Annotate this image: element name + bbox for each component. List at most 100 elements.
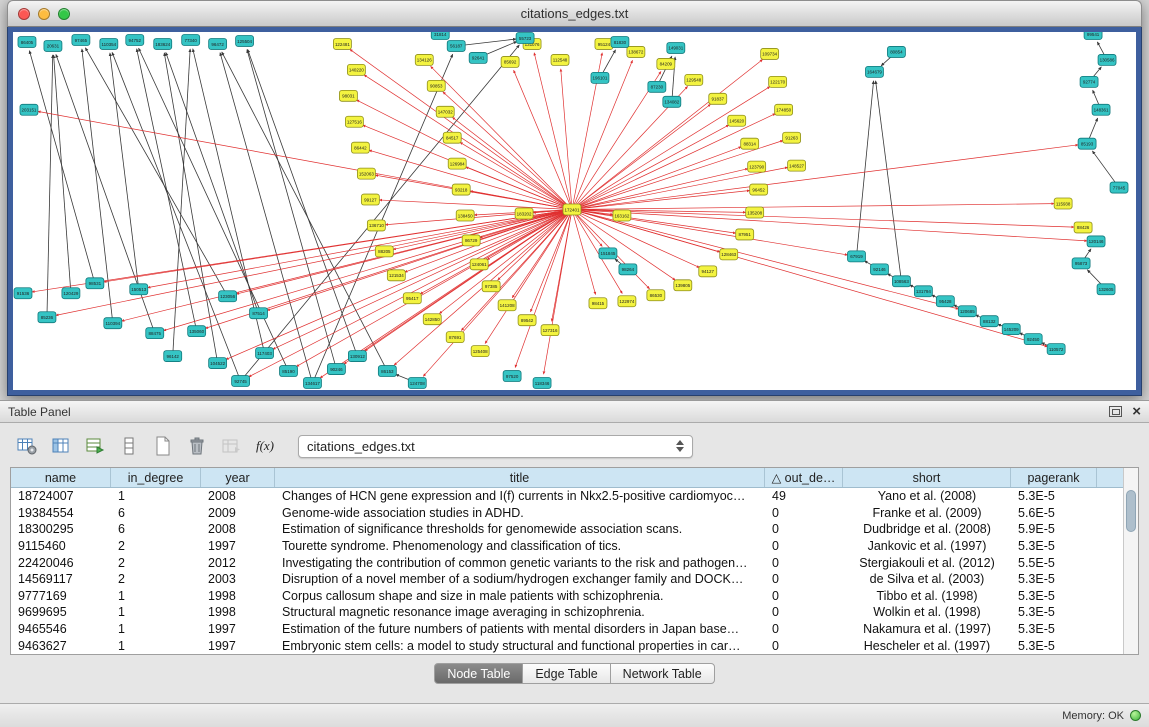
graph-node[interactable]: 163162 — [613, 210, 631, 221]
column-header-name[interactable]: name — [11, 468, 111, 487]
graph-node[interactable]: 115938 — [1054, 198, 1072, 209]
graph-node[interactable]: 92774 — [1080, 76, 1098, 87]
tab-node-table[interactable]: Node Table — [434, 663, 523, 684]
graph-node[interactable]: 145620 — [728, 115, 746, 126]
graph-node[interactable]: 55723 — [516, 32, 534, 43]
scrollbar-thumb[interactable] — [1126, 490, 1136, 532]
graph-node[interactable]: 85193 — [1078, 138, 1096, 149]
graph-node[interactable]: 129548 — [685, 74, 703, 85]
graph-node[interactable]: 97520 — [503, 371, 521, 382]
graph-node[interactable]: 122974 — [618, 296, 636, 307]
graph-edge[interactable] — [241, 45, 520, 381]
graph-node[interactable]: 125408 — [471, 346, 489, 357]
graph-node[interactable]: 124061 — [470, 259, 488, 270]
table-scrollbar[interactable] — [1123, 468, 1138, 654]
graph-node[interactable]: 67919 — [848, 251, 866, 262]
graph-node[interactable]: 203151 — [20, 104, 38, 115]
graph-node[interactable]: 56187 — [447, 40, 465, 51]
graph-node[interactable]: 112548 — [551, 54, 569, 65]
graph-node[interactable]: 131794 — [914, 286, 932, 297]
graph-node[interactable]: 98264 — [619, 264, 637, 275]
citation-edge[interactable] — [572, 145, 1078, 210]
graph-edge[interactable] — [166, 52, 259, 313]
graph-node[interactable]: 110354 — [100, 38, 118, 49]
graph-node[interactable]: 96472 — [209, 38, 227, 49]
graph-node[interactable]: 77340 — [182, 34, 200, 45]
network-canvas[interactable]: 1724011224811402209803112751686442152063… — [13, 32, 1136, 390]
graph-edge[interactable] — [173, 49, 190, 356]
graph-node[interactable]: 138450 — [456, 210, 474, 221]
graph-node[interactable]: 125504 — [236, 35, 254, 46]
graph-node[interactable]: 95873 — [1072, 258, 1090, 269]
graph-node[interactable]: 90246 — [327, 364, 345, 375]
graph-node[interactable]: 148361 — [1092, 104, 1110, 115]
graph-node[interactable]: 20631 — [44, 40, 62, 51]
citation-edge[interactable] — [572, 210, 1048, 347]
graph-edge[interactable] — [222, 52, 388, 371]
graph-node[interactable]: 87514 — [250, 308, 268, 319]
graph-node[interactable]: 88205 — [375, 246, 393, 257]
graph-node[interactable]: 94127 — [699, 266, 717, 277]
graph-node[interactable]: 148527 — [788, 160, 806, 171]
graph-node[interactable]: 92641 — [469, 52, 487, 63]
graph-node[interactable]: 127316 — [541, 325, 559, 336]
graph-node[interactable]: 172401 — [563, 204, 581, 215]
graph-node[interactable]: 121534 — [387, 270, 405, 281]
graph-node[interactable]: 87951 — [736, 229, 754, 240]
graph-node[interactable]: 88475 — [146, 328, 164, 339]
graph-node[interactable]: 91263 — [783, 132, 801, 143]
graph-node[interactable]: 122170 — [769, 76, 787, 87]
column-header-year[interactable]: year — [201, 468, 275, 487]
graph-node[interactable]: 104522 — [209, 358, 227, 369]
column-header-short[interactable]: short — [843, 468, 1011, 487]
show-columns-button[interactable] — [46, 433, 76, 459]
import-table-button[interactable] — [216, 433, 246, 459]
citation-edge[interactable] — [273, 210, 572, 350]
graph-node[interactable]: 109734 — [761, 48, 779, 59]
graph-node[interactable]: 123056 — [219, 291, 237, 302]
citation-edge[interactable] — [572, 125, 729, 209]
citation-edge[interactable] — [572, 210, 596, 295]
graph-node[interactable]: 110394 — [104, 318, 122, 329]
edit-table-button[interactable] — [80, 433, 110, 459]
function-builder-button[interactable]: f(x) — [250, 433, 280, 459]
graph-node[interactable]: 134082 — [663, 96, 681, 107]
minimize-window-button[interactable] — [38, 8, 50, 20]
graph-edge[interactable] — [247, 50, 336, 369]
graph-node[interactable]: 130912 — [348, 351, 366, 362]
graph-node[interactable]: 85692 — [501, 56, 519, 67]
column-header-pagerank[interactable]: pagerank — [1011, 468, 1097, 487]
graph-node[interactable]: 164679 — [865, 66, 883, 77]
tab-edge-table[interactable]: Edge Table — [523, 663, 609, 684]
table-row[interactable]: 946554611997Estimation of the future num… — [11, 621, 1123, 638]
graph-node[interactable]: 124708 — [408, 378, 426, 389]
graph-node[interactable]: 196101 — [591, 72, 609, 83]
graph-node[interactable]: 183624 — [154, 38, 172, 49]
graph-node[interactable]: 145209 — [1002, 324, 1020, 335]
graph-node[interactable]: 91536 — [14, 288, 32, 299]
graph-node[interactable]: 90853 — [427, 80, 445, 91]
graph-node[interactable]: 95428 — [936, 296, 954, 307]
graph-node[interactable]: 120685 — [958, 306, 976, 317]
citation-edge[interactable] — [296, 210, 572, 367]
graph-node[interactable]: 86729 — [462, 235, 480, 246]
graph-node[interactable]: 98531 — [86, 278, 104, 289]
graph-edge[interactable] — [856, 81, 873, 257]
citation-edge[interactable] — [572, 204, 1054, 210]
graph-edge[interactable] — [29, 51, 94, 284]
table-row[interactable]: 1830029562008Estimation of significance … — [11, 521, 1123, 538]
graph-edge[interactable] — [110, 53, 139, 289]
graph-node[interactable]: 110572 — [1047, 344, 1065, 355]
graph-node[interactable]: 108563 — [892, 276, 910, 287]
graph-node[interactable]: 92745 — [232, 376, 250, 387]
graph-node[interactable]: 86405 — [18, 36, 36, 47]
graph-node[interactable]: 183202 — [515, 208, 533, 219]
citation-edge[interactable] — [572, 210, 959, 309]
graph-edge[interactable] — [85, 48, 227, 296]
graph-node[interactable]: 127516 — [345, 116, 363, 127]
graph-node[interactable]: 96452 — [750, 184, 768, 195]
graph-node[interactable]: 84209 — [657, 58, 675, 69]
graph-node[interactable]: 77045 — [1110, 182, 1128, 193]
graph-node[interactable]: 92450 — [1024, 334, 1042, 345]
citation-edge[interactable] — [544, 210, 572, 375]
